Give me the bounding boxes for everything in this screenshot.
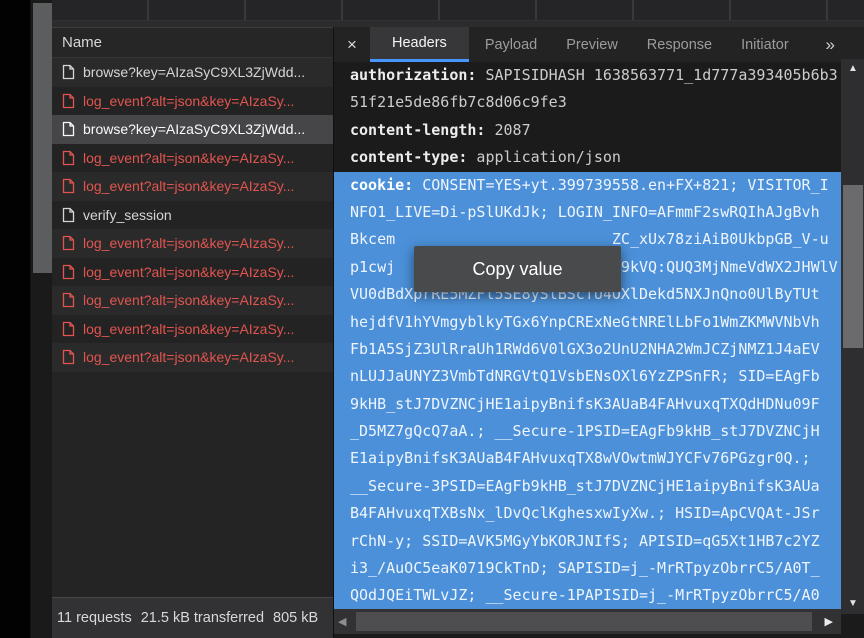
request-row[interactable]: log_event?alt=json&key=AIzaSy... [52, 343, 333, 372]
file-icon [62, 292, 75, 308]
header-line: content-length: 2087 [334, 117, 841, 144]
header-line-selected: i3_/AuOC5eaK0719CkTnD; SAPISID=j_-MrRTpy… [334, 555, 841, 582]
header-line-selected: __Secure-3PSID=EAgFb9kHB_stJ7DVZNCjHE1ai… [334, 473, 841, 500]
file-icon [62, 321, 75, 337]
devtools-window: Name browse?key=AIzaSyC9XL3ZjWdd... log_… [0, 0, 864, 638]
file-icon [62, 264, 75, 280]
file-icon [62, 178, 75, 194]
overview-strip [52, 0, 864, 21]
copy-value-label: Copy value [472, 259, 562, 280]
close-icon[interactable]: × [334, 27, 370, 62]
request-row[interactable]: log_event?alt=json&key=AIzaSy... [52, 144, 333, 173]
request-name: log_event?alt=json&key=AIzaSy... [83, 93, 294, 109]
requests-count: 11 requests [57, 610, 132, 626]
tab-headers[interactable]: Headers [370, 27, 469, 62]
horizontal-scrollbar[interactable]: ◀ ▶ [334, 609, 841, 634]
scroll-up-icon[interactable]: ▲ [841, 63, 864, 75]
overview-cell [343, 0, 440, 20]
vertical-scrollbar[interactable]: ▲ ▼ [841, 59, 864, 614]
header-line: content-type: application/json [334, 144, 841, 171]
resources-size: 805 kB [273, 610, 318, 626]
overview-cell [731, 0, 828, 20]
request-row[interactable]: browse?key=AIzaSyC9XL3ZjWdd... [52, 115, 333, 144]
file-icon [62, 64, 75, 80]
request-name: browse?key=AIzaSyC9XL3ZjWdd... [83, 121, 305, 137]
tab-response[interactable]: Response [647, 27, 712, 62]
scroll-right-icon[interactable]: ▶ [825, 609, 833, 634]
overview-cell [246, 0, 343, 20]
transferred-size: 21.5 kB transferred [141, 610, 264, 626]
page-scrollbar-thumb[interactable] [33, 3, 53, 273]
request-row[interactable]: log_event?alt=json&key=AIzaSy... [52, 258, 333, 287]
header-line-selected: Fb1A5SjZ3UlRraUh1RWd6V0lGX3o2UnU2NHA2WmJ… [334, 336, 841, 363]
details-tab-bar: × Headers Payload Preview Response Initi… [334, 27, 864, 62]
scroll-left-icon[interactable]: ◀ [338, 609, 346, 634]
overview-cell [52, 0, 149, 20]
overview-cell [537, 0, 634, 20]
request-name: log_event?alt=json&key=AIzaSy... [83, 264, 294, 280]
tab-initiator[interactable]: Initiator [741, 27, 789, 62]
request-name: log_event?alt=json&key=AIzaSy... [83, 292, 294, 308]
header-line-selected: QOdJQEiTWLvJZ; __Secure-1PAPISID=j_-MrRT… [334, 582, 841, 609]
file-icon [62, 121, 75, 137]
file-icon [62, 235, 75, 251]
network-request-list: Name browse?key=AIzaSyC9XL3ZjWdd... log_… [52, 27, 333, 638]
request-details-panel: × Headers Payload Preview Response Initi… [333, 27, 864, 638]
headers-content[interactable]: authorization: SAPISIDHASH 1638563771_1d… [334, 62, 841, 610]
more-tabs-icon[interactable]: » [826, 27, 835, 62]
copy-value-popup[interactable]: Copy value [414, 246, 621, 292]
request-row[interactable]: log_event?alt=json&key=AIzaSy... [52, 315, 333, 344]
request-name: log_event?alt=json&key=AIzaSy... [83, 349, 294, 365]
name-column-header[interactable]: Name [52, 28, 333, 58]
tab-preview[interactable]: Preview [566, 27, 618, 62]
file-icon [62, 349, 75, 365]
network-summary-bar: 11 requests 21.5 kB transferred 805 kB [52, 597, 333, 638]
request-name: log_event?alt=json&key=AIzaSy... [83, 150, 294, 166]
request-name: log_event?alt=json&key=AIzaSy... [83, 235, 294, 251]
vertical-scrollbar-thumb[interactable] [843, 185, 863, 348]
overview-cell [634, 0, 731, 20]
request-row[interactable]: log_event?alt=json&key=AIzaSy... [52, 229, 333, 258]
request-name: browse?key=AIzaSyC9XL3ZjWdd... [83, 64, 305, 80]
page-scrollbar[interactable] [30, 0, 53, 638]
header-line-selected: NFO1_LIVE=Di-pSlUKdJk; LOGIN_INFO=AFmmF2… [334, 199, 841, 226]
file-icon [62, 93, 75, 109]
header-line-selected: hejdfV1hYVmgyblkyTGx6YnpCRExNeGtNRElLbFo… [334, 309, 841, 336]
page-background [0, 0, 30, 638]
overview-cell [149, 0, 246, 20]
request-row[interactable]: log_event?alt=json&key=AIzaSy... [52, 172, 333, 201]
request-rows: browse?key=AIzaSyC9XL3ZjWdd... log_event… [52, 58, 333, 372]
file-icon [62, 207, 75, 223]
horizontal-scrollbar-thumb[interactable] [356, 612, 812, 631]
request-name: verify_session [83, 207, 172, 223]
request-name: log_event?alt=json&key=AIzaSy... [83, 178, 294, 194]
header-line: 51f21e5de86fb7c8d06c9fe3 [334, 89, 841, 116]
header-line-selected: E1aipyBnifsK3AUaB4FAHvuxqTX8wVOwtmWJYCFv… [334, 445, 841, 472]
request-row[interactable]: verify_session [52, 201, 333, 230]
header-line-selected: cookie: CONSENT=YES+yt.399739558.en+FX+8… [334, 172, 841, 199]
request-row[interactable]: log_event?alt=json&key=AIzaSy... [52, 87, 333, 116]
tab-payload[interactable]: Payload [485, 27, 537, 62]
header-line-selected: _D5MZ7gQcQ7aA.; __Secure-1PSID=EAgFb9kHB… [334, 418, 841, 445]
request-row[interactable]: browse?key=AIzaSyC9XL3ZjWdd... [52, 58, 333, 87]
header-line-selected: B4FAHvuxqTXBsNx_lDvQclKghesxwIyXw.; HSID… [334, 500, 841, 527]
header-line-selected: 9kHB_stJ7DVZNCjHE1aipyBnifsK3AUaB4FAHvux… [334, 391, 841, 418]
header-line-selected: rChN-y; SSID=AVK5MGyYbKORJNIfS; APISID=q… [334, 528, 841, 555]
scroll-down-icon[interactable]: ▼ [841, 598, 864, 610]
overview-cell [440, 0, 537, 20]
header-line-selected: nLUJJaUNYZ3VmbTdNRGVtQ1VsbENsOXl6YzZPSnF… [334, 363, 841, 390]
request-name: log_event?alt=json&key=AIzaSy... [83, 321, 294, 337]
header-line: authorization: SAPISIDHASH 1638563771_1d… [334, 62, 841, 89]
request-row[interactable]: log_event?alt=json&key=AIzaSy... [52, 286, 333, 315]
file-icon [62, 150, 75, 166]
overview-cell [828, 0, 864, 20]
